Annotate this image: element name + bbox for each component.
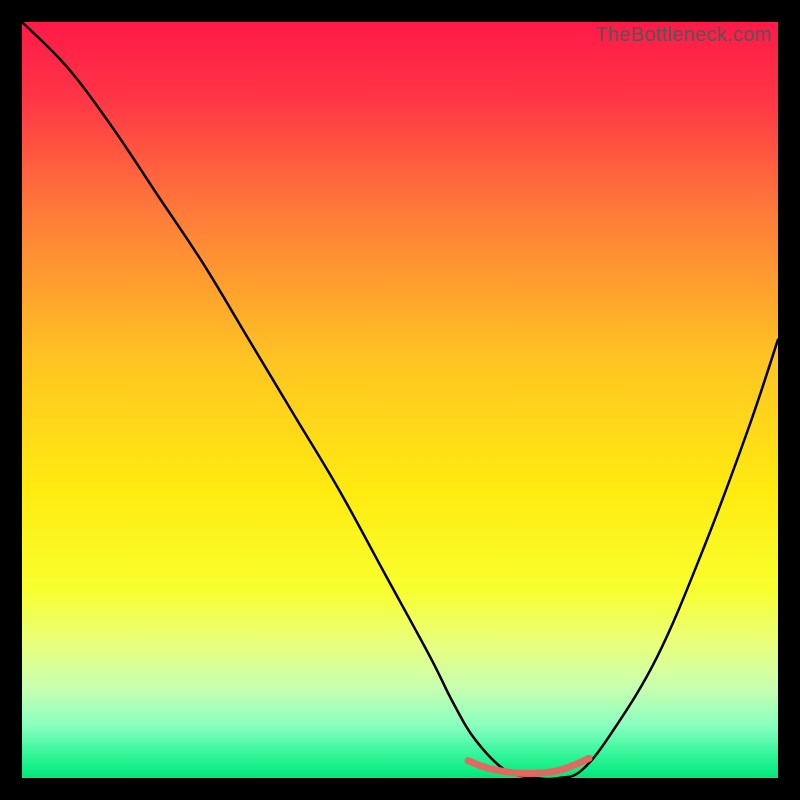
- chart-frame: TheBottleneck.com: [22, 22, 778, 778]
- bottleneck-curve: [22, 22, 778, 778]
- plot-area: TheBottleneck.com: [22, 22, 778, 778]
- chart-lines: [22, 22, 778, 778]
- watermark-text: TheBottleneck.com: [596, 24, 772, 47]
- optimal-band: [468, 758, 589, 773]
